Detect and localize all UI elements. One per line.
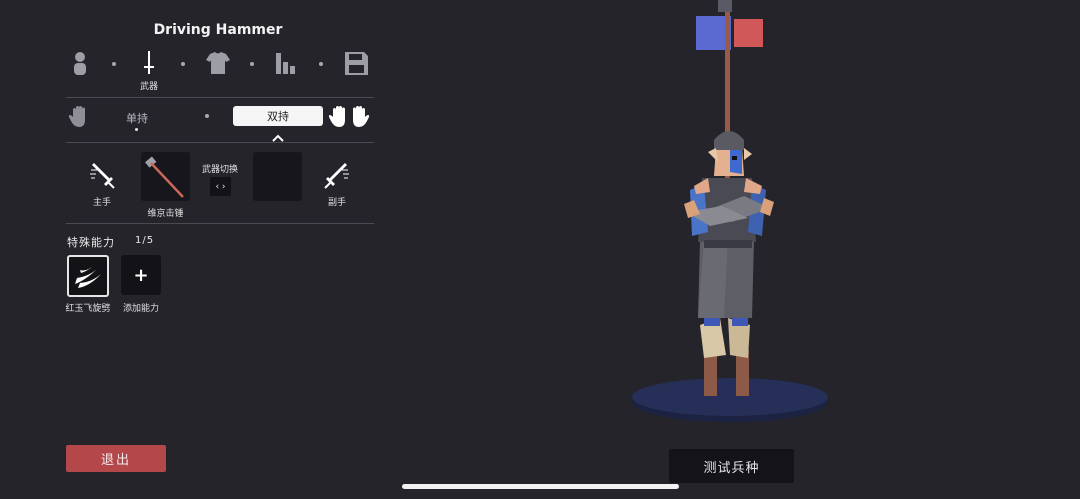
ability-slot[interactable] — [67, 255, 109, 297]
off-hand-icon — [323, 162, 351, 194]
quit-button[interactable]: 退出 — [66, 445, 166, 472]
tab-armor[interactable] — [198, 50, 238, 90]
tab-save[interactable] — [336, 50, 376, 90]
hammer-icon — [145, 156, 184, 198]
separator-dot — [319, 62, 323, 66]
off-hand-slot[interactable] — [253, 152, 302, 201]
tab-weapon-label: 武器 — [139, 82, 158, 92]
banner-red — [734, 19, 763, 47]
tab-stats[interactable] — [267, 50, 307, 90]
add-ability-label: 添加能力 — [122, 304, 159, 314]
tab-body[interactable] — [60, 50, 100, 90]
separator-dot — [181, 62, 185, 66]
add-ability-button[interactable]: + — [121, 255, 161, 295]
dual-hand-icon[interactable] — [328, 104, 370, 134]
divider — [66, 97, 374, 98]
divider — [66, 142, 374, 143]
ability-name: 红玉飞旋劈 — [65, 304, 111, 314]
unit-preview[interactable] — [620, 0, 840, 430]
main-hand-label: 主手 — [92, 198, 111, 208]
person-icon — [74, 52, 86, 75]
abilities-title: 特殊能力 — [67, 236, 115, 249]
single-hand-icon[interactable] — [68, 105, 90, 133]
stats-icon — [276, 53, 295, 74]
save-icon — [345, 52, 368, 75]
sword-icon — [144, 51, 154, 74]
separator-dot — [112, 62, 116, 66]
abilities-count: 1/5 — [135, 235, 155, 246]
weapon-switch-label: 武器切换 — [201, 165, 238, 175]
selection-dot — [135, 128, 138, 131]
separator-dot — [205, 114, 209, 118]
unit-name: Driving Hammer — [153, 22, 283, 38]
chevron-up-icon — [272, 127, 284, 146]
off-hand-label: 副手 — [327, 198, 346, 208]
weapon-switch-button[interactable]: ‹ › — [210, 177, 231, 196]
home-indicator[interactable] — [402, 484, 679, 489]
single-hand-option[interactable]: 单持 — [117, 110, 157, 126]
main-weapon-name: 维京击锤 — [147, 209, 184, 219]
plus-icon: + — [133, 264, 149, 286]
main-weapon-slot[interactable] — [141, 152, 190, 201]
main-hand-icon — [88, 162, 116, 194]
slash-ability-icon — [75, 265, 101, 288]
test-unit-button[interactable]: 测试兵种 — [669, 449, 794, 483]
divider — [66, 223, 374, 224]
shirt-icon — [206, 52, 230, 74]
separator-dot — [250, 62, 254, 66]
dual-hand-option[interactable]: 双持 — [233, 106, 323, 126]
